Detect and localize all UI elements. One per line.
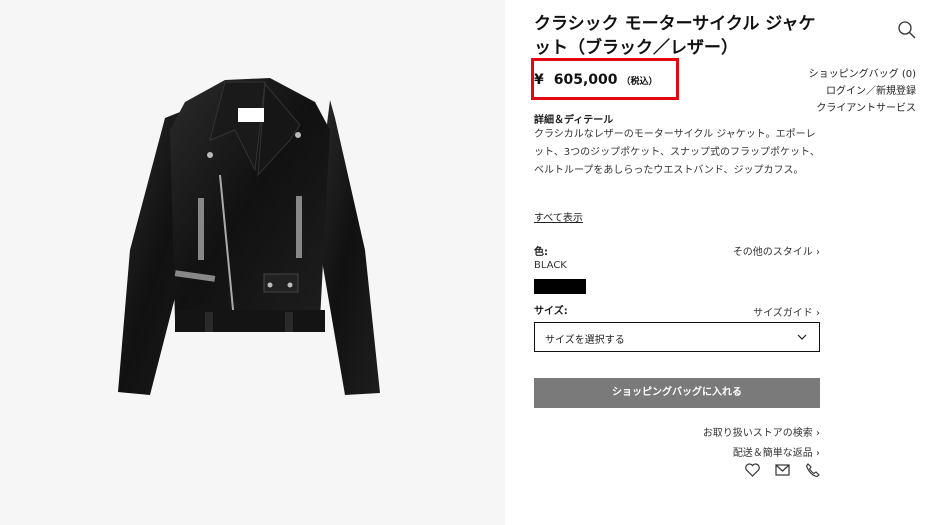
- size-label: サイズ:: [534, 306, 568, 317]
- size-guide-link[interactable]: サイズガイド ›: [753, 304, 820, 319]
- product-price: ¥605,000 （税込）: [534, 72, 658, 88]
- chevron-down-icon: [797, 332, 807, 342]
- product-title: クラシック モーターサイクル ジャケット（ブラック／レザー）: [534, 14, 816, 58]
- search-icon[interactable]: [897, 20, 917, 40]
- color-value: BLACK: [534, 260, 567, 271]
- price-value: 605,000: [553, 72, 618, 88]
- account-menu: ショッピングバッグ (0) ログイン／新規登録 クライアントサービス: [809, 66, 916, 117]
- other-styles-link[interactable]: その他のスタイル ›: [733, 243, 820, 258]
- details-description: クラシカルなレザーのモーターサイクル ジャケット。エポーレット、3つのジップポケ…: [534, 129, 820, 176]
- price-currency: ¥: [534, 72, 544, 88]
- details-heading: 詳細＆ディテール: [534, 115, 614, 126]
- mail-icon[interactable]: [775, 462, 790, 481]
- size-select[interactable]: サイズを選択する: [534, 322, 820, 352]
- color-label: 色:: [534, 247, 548, 258]
- price-tax-note: （税込）: [621, 77, 658, 87]
- add-to-bag-button[interactable]: ショッピングバッグに入れる: [534, 378, 820, 408]
- phone-icon[interactable]: [805, 462, 820, 481]
- product-image[interactable]: [0, 0, 505, 525]
- shipping-returns-link[interactable]: 配送＆簡単な返品 ›: [703, 444, 820, 464]
- shopping-bag-link[interactable]: ショッピングバッグ (0): [809, 66, 916, 83]
- service-links: お取り扱いストアの検索 › 配送＆簡単な返品 ›: [703, 424, 820, 464]
- product-image-gallery[interactable]: [0, 0, 505, 525]
- color-swatch-black[interactable]: [534, 279, 586, 294]
- store-search-link[interactable]: お取り扱いストアの検索 ›: [703, 424, 820, 444]
- size-select-placeholder: サイズを選択する: [545, 335, 625, 346]
- client-service-link[interactable]: クライアントサービス: [809, 100, 916, 117]
- heart-icon[interactable]: [745, 462, 760, 481]
- show-all-link[interactable]: すべて表示: [534, 209, 583, 224]
- share-icons: [745, 462, 825, 478]
- login-register-link[interactable]: ログイン／新規登録: [809, 83, 916, 100]
